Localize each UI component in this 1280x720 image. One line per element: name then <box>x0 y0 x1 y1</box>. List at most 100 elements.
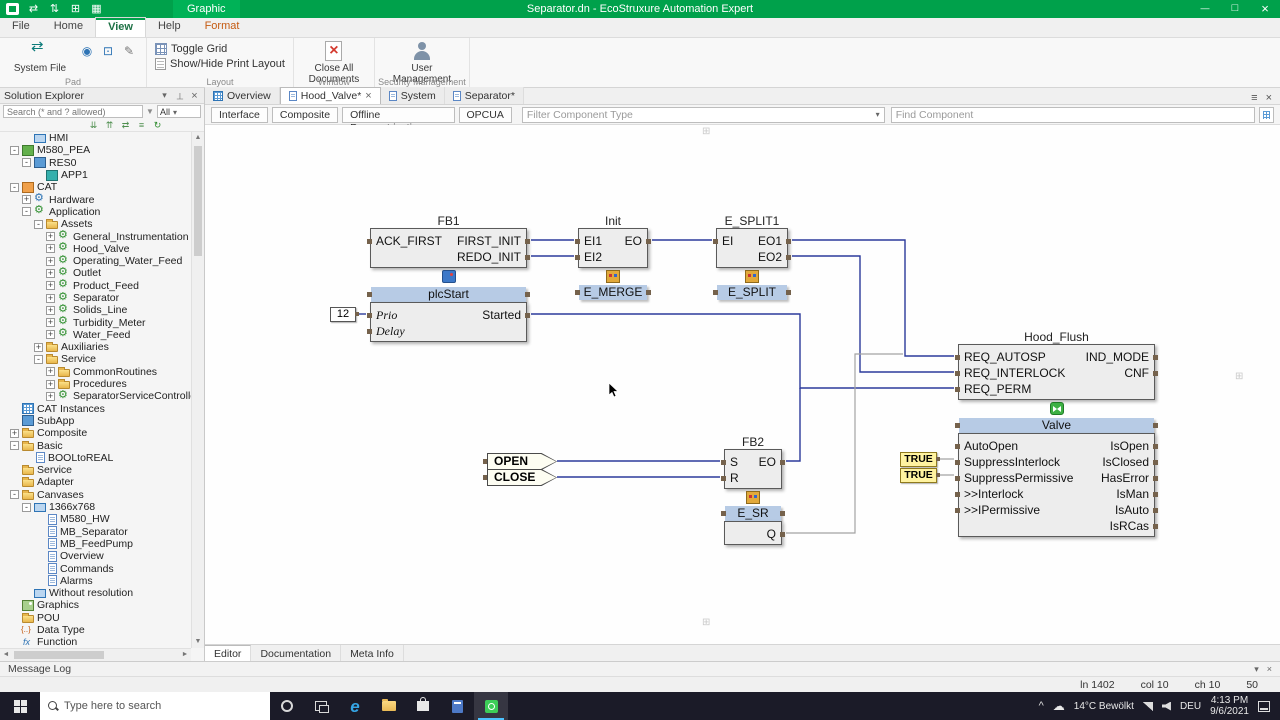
ribbon-tab-home[interactable]: Home <box>42 17 95 37</box>
tab-hood-valve[interactable]: Hood_Valve* <box>280 87 381 104</box>
data-output-port[interactable]: HasError <box>1101 470 1149 486</box>
diagram-canvas[interactable]: ⊞ ⊞ ⊞ FB1 <box>205 125 1280 644</box>
tree-expander-icon[interactable] <box>10 146 19 155</box>
opcua-button[interactable]: OPCUA <box>459 107 512 123</box>
sort-tree-icon[interactable]: ≡ <box>136 120 147 130</box>
data-output-port[interactable]: IsClosed <box>1101 454 1149 470</box>
constant-value-prio[interactable]: 12 <box>330 307 356 322</box>
event-input-port[interactable]: EI1 <box>584 233 602 249</box>
ribbon-tab-format[interactable]: Format <box>193 17 252 37</box>
tree-item[interactable]: Composite <box>0 427 191 439</box>
scroll-thumb[interactable] <box>194 146 202 256</box>
event-output-port[interactable]: EO1 <box>758 233 782 249</box>
tree-item[interactable]: Service <box>0 353 191 365</box>
tree-expander-icon[interactable] <box>22 589 31 598</box>
tab-editor[interactable]: Editor <box>205 645 251 662</box>
event-output-port[interactable]: EO <box>625 233 642 249</box>
tree-item[interactable]: Graphics <box>0 599 191 611</box>
build-icon[interactable] <box>69 3 82 15</box>
tree-expander-icon[interactable] <box>46 380 55 389</box>
tree-item[interactable]: Canvases <box>0 489 191 501</box>
event-input-port[interactable]: R <box>730 470 739 486</box>
event-output-port[interactable]: EO2 <box>758 249 782 265</box>
ribbon-tab-file[interactable]: File <box>0 17 42 37</box>
tree-expander-icon[interactable] <box>10 638 19 647</box>
event-input-port[interactable]: REQ_PERM <box>964 381 1065 397</box>
event-input-port[interactable]: EI2 <box>584 249 602 265</box>
tree-item[interactable]: Alarms <box>0 575 191 587</box>
data-output-port[interactable]: IsAuto <box>1101 502 1149 518</box>
pad-view-grid-icon[interactable] <box>99 42 117 60</box>
tab-overview[interactable]: Overview <box>205 87 280 104</box>
expand-tree-icon[interactable]: ⇊ <box>88 120 99 131</box>
tab-separator[interactable]: Separator* <box>445 87 524 104</box>
tree-item[interactable]: RES0 <box>0 157 191 169</box>
tree-expander-icon[interactable] <box>34 552 43 561</box>
tree-expander-icon[interactable] <box>10 441 19 450</box>
data-output-port[interactable]: IsRCas <box>1101 518 1149 534</box>
export-icon[interactable] <box>27 3 40 15</box>
toggle-grid-button[interactable]: Toggle Grid <box>155 43 285 55</box>
ecostruxure-app-button[interactable] <box>474 692 508 720</box>
explorer-search-input[interactable] <box>3 105 143 118</box>
data-input-port[interactable]: >>Interlock <box>964 486 1073 502</box>
tree-expander-icon[interactable] <box>34 564 43 573</box>
tree-expander-icon[interactable] <box>34 515 43 524</box>
data-input-port[interactable]: Prio <box>376 307 405 323</box>
tree-item[interactable]: Assets <box>0 218 191 230</box>
scroll-right-icon[interactable]: ► <box>179 649 191 661</box>
tree-item[interactable]: CAT Instances <box>0 403 191 415</box>
event-output-port[interactable]: EO <box>759 454 776 470</box>
tab-documentation[interactable]: Documentation <box>251 645 341 662</box>
message-log-bar[interactable]: Message Log ▾ × <box>0 661 1280 676</box>
data-input-port[interactable]: AutoOpen <box>964 438 1073 454</box>
data-output-port[interactable]: Started <box>482 307 521 323</box>
ribbon-tab-view[interactable]: View <box>95 17 146 37</box>
offline-parametrization-button[interactable]: Offline Parametrization <box>342 107 454 123</box>
tree-item[interactable]: Without resolution <box>0 587 191 599</box>
filter-funnel-icon[interactable] <box>145 107 155 117</box>
start-button[interactable] <box>0 692 40 720</box>
tree-item[interactable]: HMI <box>0 132 191 144</box>
find-component-field[interactable]: Find Component <box>891 107 1256 123</box>
tree-item[interactable]: General_Instrumentation <box>0 230 191 242</box>
ribbon-tab-help[interactable]: Help <box>146 17 193 37</box>
store-button[interactable] <box>406 692 440 720</box>
tab-meta-info[interactable]: Meta Info <box>341 645 404 662</box>
volume-icon[interactable] <box>1162 702 1171 711</box>
data-input-port[interactable]: >>IPermissive <box>964 502 1073 518</box>
tree-item[interactable]: Operating_Water_Feed <box>0 255 191 267</box>
tree-item[interactable]: POU <box>0 612 191 624</box>
tree-item[interactable]: BOOLtoREAL <box>0 452 191 464</box>
tree-item[interactable]: MB_FeedPump <box>0 538 191 550</box>
event-output-port[interactable]: FIRST_INIT <box>457 233 521 249</box>
event-output-port[interactable]: IND_MODE <box>1086 349 1149 365</box>
tree-expander-icon[interactable] <box>10 416 19 425</box>
tree-expander-icon[interactable] <box>46 257 55 266</box>
network-icon[interactable] <box>1143 702 1153 711</box>
event-input-port[interactable]: REQ_INTERLOCK <box>964 365 1065 381</box>
tree-expander-icon[interactable] <box>22 207 31 216</box>
tree-expander-icon[interactable] <box>34 171 43 180</box>
tree-item[interactable]: MB_Separator <box>0 526 191 538</box>
tab-list-menu-icon[interactable] <box>1251 92 1257 104</box>
pad-edit-icon[interactable] <box>120 42 138 60</box>
data-output-port[interactable]: IsOpen <box>1101 438 1149 454</box>
tree-item[interactable]: M580_PEA <box>0 144 191 156</box>
tree-item[interactable]: Solids_Line <box>0 304 191 316</box>
tree-expander-icon[interactable] <box>34 576 43 585</box>
tree-item[interactable]: SeparatorServiceController <box>0 390 191 402</box>
tree-expander-icon[interactable] <box>46 244 55 253</box>
tree-expander-icon[interactable] <box>46 281 55 290</box>
scroll-thumb[interactable] <box>14 651 104 659</box>
tree-item[interactable]: Water_Feed <box>0 329 191 341</box>
tree-expander-icon[interactable] <box>22 503 31 512</box>
component-palette-icon[interactable] <box>1259 107 1274 123</box>
tree-item[interactable]: Overview <box>0 550 191 562</box>
file-explorer-button[interactable] <box>372 692 406 720</box>
tray-chevron-icon[interactable] <box>1039 700 1044 712</box>
constant-true-permissive[interactable]: TRUE <box>900 468 937 483</box>
language-indicator[interactable]: DEU <box>1180 701 1201 712</box>
tree-item[interactable]: CommonRoutines <box>0 366 191 378</box>
constant-true-interlock[interactable]: TRUE <box>900 452 937 467</box>
